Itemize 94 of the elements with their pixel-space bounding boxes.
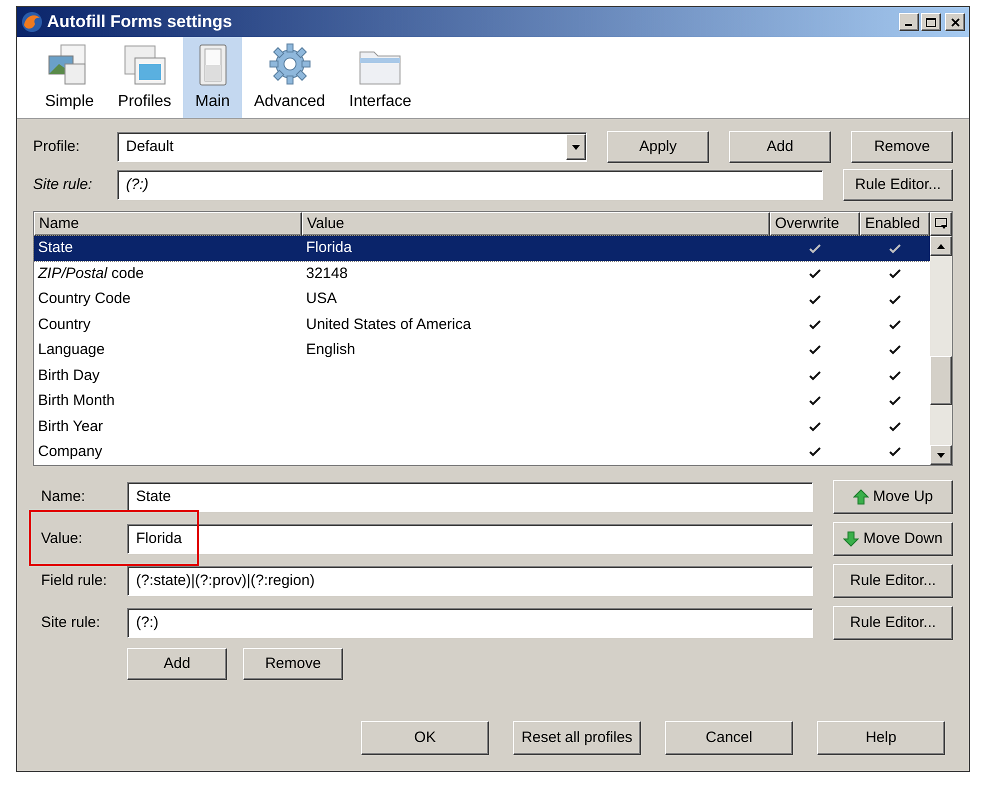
field-label: Profile: [33,136,81,157]
checkmark-icon[interactable] [888,344,902,356]
checkmark-icon[interactable] [888,319,902,332]
switch-icon [198,44,228,86]
field-action-button[interactable]: Remove [243,648,343,680]
checkmark-icon[interactable] [808,294,822,306]
checkmark-icon[interactable] [808,370,822,382]
checkmark-icon[interactable] [888,446,902,458]
checkmark-icon[interactable] [888,370,902,382]
table-cell: 32148 [306,264,348,282]
maximize-button[interactable] [921,13,941,31]
table-cell-text: State [37,238,74,258]
rule-editor-button[interactable]: Rule Editor... [833,606,953,640]
table-cell-text: ZIP/Postal code [36,264,145,284]
field-label: Name: [40,486,86,507]
profile-button[interactable]: Apply [607,131,709,163]
gear-icon [268,42,312,86]
rule-editor-button[interactable]: Rule Editor... [843,169,953,201]
minimize-button[interactable] [899,13,919,31]
column-header[interactable]: Enabled [860,212,930,236]
table-row[interactable]: Country United States of America [34,312,930,338]
fox-globe-icon [21,11,43,33]
table-row[interactable]: ZIP/Postal code 32148 [34,261,930,287]
profile-dropdown[interactable]: Default [117,132,587,162]
table-cell: English [306,341,356,358]
scroll-up-button[interactable] [930,236,952,256]
field-label: Value: [40,528,84,549]
column-header[interactable]: Overwrite [770,212,860,236]
move-up-button[interactable]: Move Up [833,480,953,514]
table-row[interactable]: Language English [34,338,930,364]
rule-editor-button[interactable]: Rule Editor... [833,564,953,598]
column-picker-icon [935,218,947,230]
checkmark-icon[interactable] [808,344,822,356]
input-field[interactable]: Florida [127,524,813,554]
table-row[interactable]: Company [34,440,930,465]
field-action-button[interactable]: Add [127,648,227,680]
profile-button[interactable]: Remove [851,131,953,163]
table-cell-text: Language [37,340,106,360]
table-cell-text: Birth Day [37,366,101,386]
checkmark-icon[interactable] [808,420,822,433]
toolbar-tab[interactable]: Interface [337,37,424,118]
dialog-button[interactable]: Help [817,721,945,755]
dialog-button[interactable]: Reset all profiles [513,721,641,755]
column-header[interactable]: Name [34,212,302,236]
input-field[interactable]: (?:state)|(?:prov)|(?:region) [127,566,813,596]
table-cell-text: Birth Year [37,416,104,437]
table-cell-text: Country Code [37,289,132,310]
maximize-icon [926,18,936,26]
calendar-icon [122,44,167,86]
close-button[interactable] [945,13,965,31]
field-label: Field rule: [40,570,108,591]
up-caret-icon [937,244,945,248]
scrollbar-thumb[interactable] [930,356,952,405]
table-row[interactable]: Birth Month [34,388,930,414]
checkmark-icon[interactable] [888,395,902,408]
checkmark-icon[interactable] [808,395,822,408]
caret-icon [937,452,945,458]
toolbar-tab[interactable]: Profiles [106,37,184,118]
input-field[interactable]: State [127,482,813,512]
checkmark-icon[interactable] [808,268,822,280]
down-arrow-icon [843,531,860,547]
input-field[interactable]: (?:) [127,608,813,638]
checkmark-icon[interactable] [808,446,822,458]
table-row[interactable]: Birth Day [34,363,930,389]
dialog-button[interactable]: OK [361,721,489,755]
checkmark-icon[interactable] [888,420,902,433]
close-icon [950,18,960,26]
field-label: Site rule: [33,174,94,195]
dialog-button[interactable]: Cancel [665,721,793,755]
window-title: Autofill Forms settings [47,11,234,34]
toolbar-tab[interactable]: Main [183,37,242,118]
toolbar-tab[interactable]: Advanced [242,37,338,118]
profile-button[interactable]: Add [729,131,831,163]
site-rule-field[interactable]: (?:) [117,170,823,200]
dropdown-button[interactable] [566,134,586,160]
caret-icon [572,144,580,150]
checkmark-icon[interactable] [888,294,902,306]
table-row[interactable]: Country Code USA [34,286,930,312]
table-cell-text: Country [37,314,92,335]
column-picker-button[interactable] [930,212,952,236]
table-cell-text: Company [37,442,104,462]
up-arrow-icon [852,489,869,505]
toolbar-tab[interactable]: Simple [33,37,106,118]
table-row[interactable]: Birth Year [34,414,930,440]
column-header[interactable]: Value [302,212,770,236]
table-cell-text: Birth Month [37,391,116,412]
table-cell: United States of America [306,316,472,333]
table-cell: USA [306,290,337,308]
table-cell: Florida [306,239,352,256]
scroll-down-button[interactable] [930,445,952,465]
checkmark-icon[interactable] [808,319,822,332]
checkmark-icon[interactable] [888,268,902,280]
move-down-button[interactable]: Move Down [833,522,953,556]
field-label: Site rule: [40,612,102,633]
